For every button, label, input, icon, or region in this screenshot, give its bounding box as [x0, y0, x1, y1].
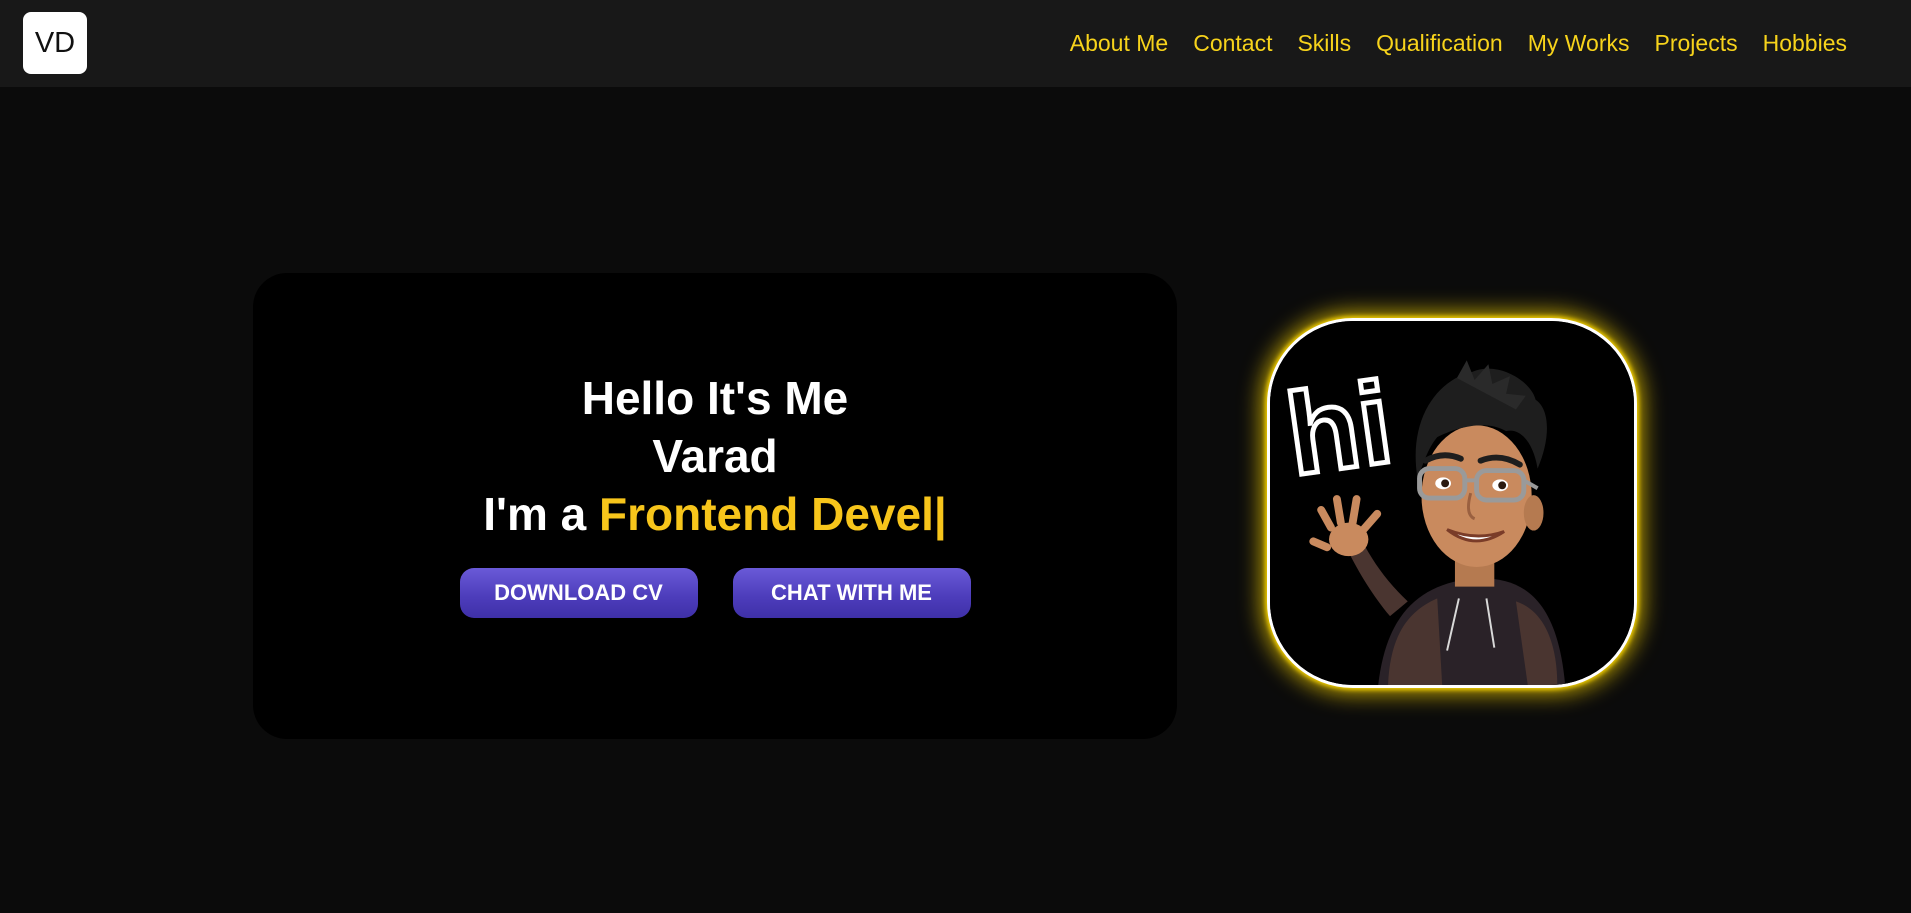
- hero-line-name: Varad: [652, 430, 778, 482]
- role-prefix: I'm a: [483, 488, 600, 540]
- nav-link-skills[interactable]: Skills: [1297, 30, 1351, 57]
- hi-lettering: hi: [1279, 357, 1399, 500]
- avatar-frame: hi: [1267, 318, 1637, 688]
- hero-line-hello: Hello It's Me: [581, 372, 849, 424]
- hero-card: Hello It's Me Varad I'm a Frontend Devel…: [253, 273, 1177, 739]
- nav-link-projects[interactable]: Projects: [1655, 30, 1738, 57]
- logo[interactable]: VD: [23, 12, 87, 74]
- nav-menu: About Me Contact Skills Qualification My…: [1070, 0, 1847, 87]
- download-cv-button[interactable]: DOWNLOAD CV: [459, 568, 698, 618]
- navbar: VD About Me Contact Skills Qualification…: [0, 0, 1911, 87]
- waving-avatar-icon: hi: [1270, 321, 1634, 685]
- nav-link-qualification[interactable]: Qualification: [1376, 30, 1503, 57]
- chat-with-me-button[interactable]: CHAT WITH ME: [732, 568, 971, 618]
- nav-link-hobbies[interactable]: Hobbies: [1763, 30, 1847, 57]
- nav-link-my-works[interactable]: My Works: [1528, 30, 1630, 57]
- hero-buttons: DOWNLOAD CV CHAT WITH ME: [253, 568, 1177, 618]
- hero-greeting: Hello It's Me Varad I'm a Frontend Devel…: [253, 369, 1177, 543]
- role-typed-text: Frontend Devel|: [599, 488, 947, 540]
- hero-line-role: I'm a Frontend Devel|: [253, 485, 1177, 543]
- nav-link-about-me[interactable]: About Me: [1070, 30, 1168, 57]
- nav-link-contact[interactable]: Contact: [1193, 30, 1272, 57]
